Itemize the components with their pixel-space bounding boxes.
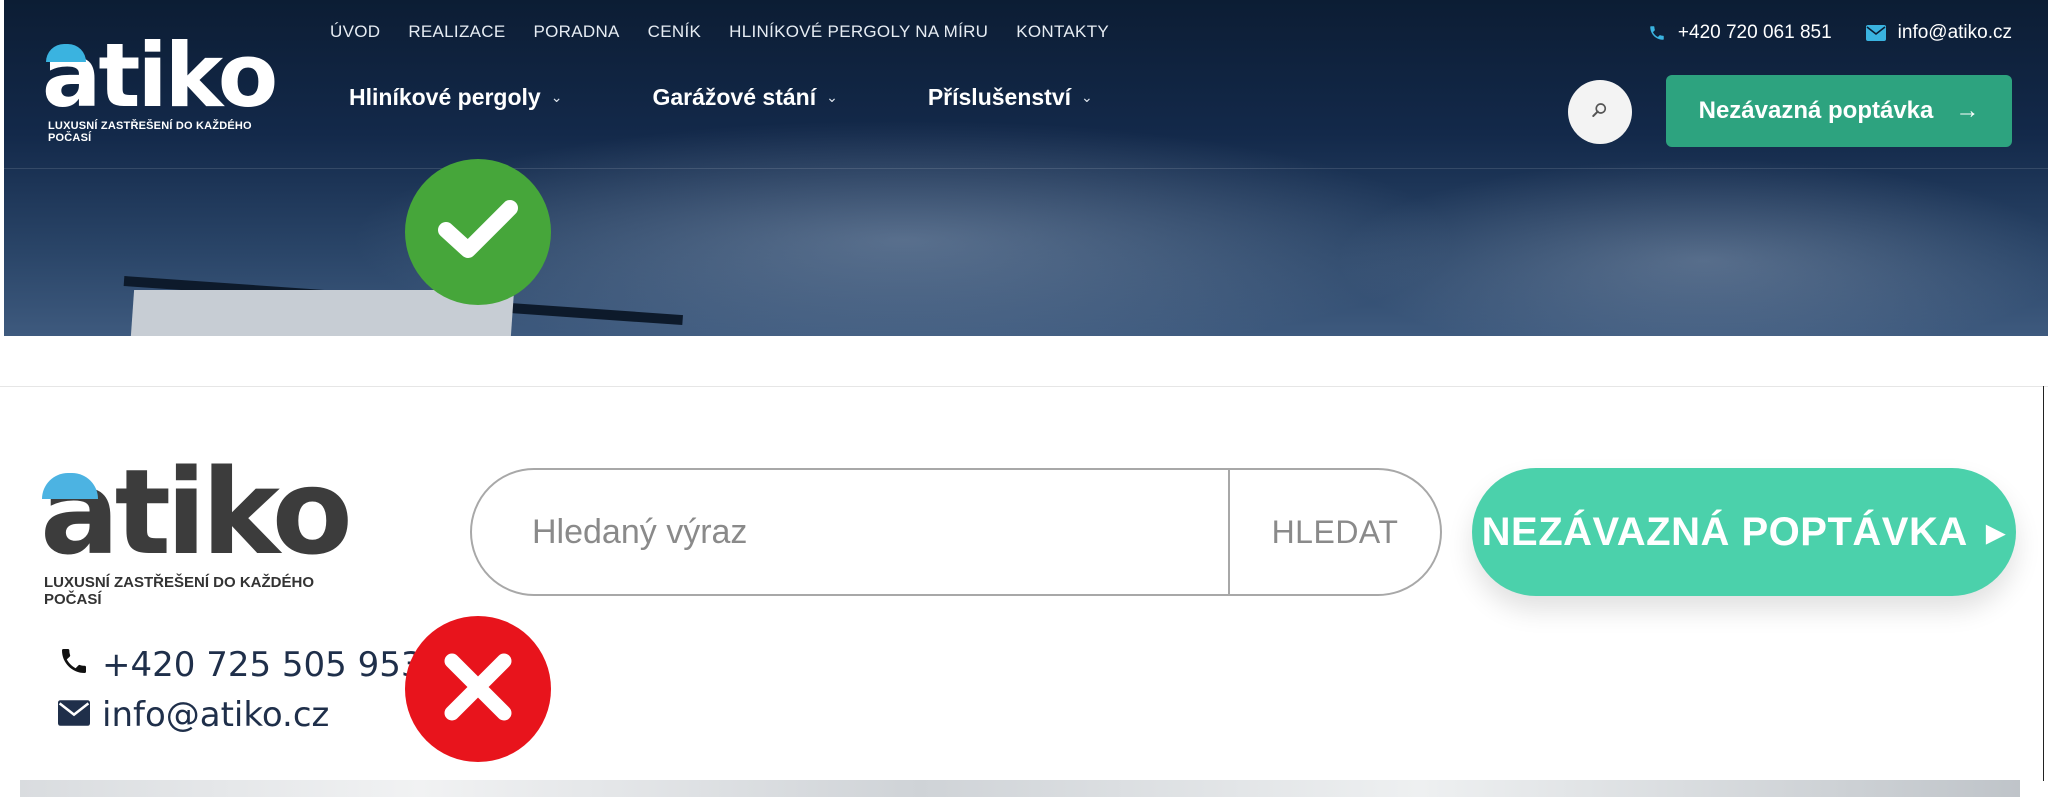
email-text: info@atiko.cz: [1897, 22, 2012, 43]
nav-dropdown-hlinikove-pergoly[interactable]: Hliníkové pergoly ⌄: [349, 84, 562, 111]
checkmark-badge: [405, 159, 551, 305]
search-input[interactable]: [472, 470, 1228, 594]
search-button[interactable]: [1568, 80, 1632, 144]
inquiry-button-old[interactable]: NEZÁVAZNÁ POPTÁVKA ▸: [1472, 468, 2016, 596]
email-link[interactable]: info@atiko.cz: [1865, 22, 2012, 44]
nav-dropdown-label: Garážové stání: [652, 84, 817, 110]
phone-text: +420 720 061 851: [1677, 22, 1832, 43]
phone-link[interactable]: +420 725 505 953: [58, 640, 423, 690]
new-header: atiko LUXUSNÍ ZASTŘEŠENÍ DO KAŽDÉHO POČA…: [4, 0, 2048, 336]
cross-icon: [438, 647, 518, 732]
inquiry-button-label: NEZÁVAZNÁ POPTÁVKA: [1481, 509, 1968, 554]
contact-info: +420 720 061 851 info@atiko.cz: [1648, 22, 2012, 44]
top-nav-item-pergoly-na-miru[interactable]: HLINÍKOVÉ PERGOLY NA MÍRU: [729, 22, 988, 42]
background-photo-edge: [20, 780, 2020, 797]
chevron-down-icon: ⌄: [550, 89, 563, 105]
nav-dropdown-label: Hliníkové pergoly: [349, 84, 541, 110]
mail-icon: [1865, 25, 1886, 41]
chevron-down-icon: ⌄: [826, 89, 838, 105]
top-nav-item-realizace[interactable]: REALIZACE: [408, 22, 505, 42]
top-nav-item-cenik[interactable]: CENÍK: [648, 22, 701, 42]
phone-link[interactable]: +420 720 061 851: [1648, 22, 1832, 44]
logo-wordmark: atiko: [40, 443, 353, 581]
inquiry-button-label: Nezávazná poptávka: [1698, 97, 1934, 124]
top-nav-item-kontakty[interactable]: KONTAKTY: [1016, 22, 1109, 42]
nav-dropdown-garazove-stani[interactable]: Garážové stání ⌄: [652, 84, 837, 111]
phone-icon: [1648, 24, 1666, 42]
section-divider: [0, 386, 2048, 387]
phone-text: +420 725 505 953: [102, 645, 423, 685]
checkmark-icon: [432, 184, 524, 281]
email-text: info@atiko.cz: [102, 695, 330, 735]
chevron-down-icon: ⌄: [1081, 89, 1093, 105]
email-link[interactable]: info@atiko.cz: [58, 690, 423, 740]
logo[interactable]: atiko LUXUSNÍ ZASTŘEŠENÍ DO KAŽDÉHO POČA…: [42, 24, 282, 145]
logo-wordmark: atiko: [42, 24, 278, 127]
search-icon: [1591, 101, 1609, 124]
header-divider: [4, 168, 2048, 169]
caret-right-icon: ▸: [1985, 510, 2007, 554]
inquiry-button[interactable]: Nezávazná poptávka →: [1666, 75, 2012, 147]
phone-icon: [58, 645, 90, 686]
main-nav: Hliníkové pergoly ⌄ Garážové stání ⌄ Pří…: [349, 84, 1093, 111]
frame-edge: [2043, 386, 2044, 781]
background-clouds: [1304, 150, 2048, 336]
search-form: HLEDAT: [470, 468, 1442, 596]
contact-info-old: +420 725 505 953 info@atiko.cz: [58, 640, 423, 740]
nav-dropdown-prislusenstvi[interactable]: Příslušenství ⌄: [928, 84, 1093, 111]
search-submit-button[interactable]: HLEDAT: [1228, 470, 1440, 594]
logo-old[interactable]: atiko LUXUSNÍ ZASTŘEŠENÍ DO KAŽDÉHO POČA…: [40, 443, 360, 608]
mail-icon: [58, 695, 90, 735]
top-nav-item-poradna[interactable]: PORADNA: [534, 22, 620, 42]
top-nav: ÚVOD REALIZACE PORADNA CENÍK HLINÍKOVÉ P…: [330, 22, 1109, 42]
nav-dropdown-label: Příslušenství: [927, 84, 1072, 110]
arrow-right-icon: →: [1955, 97, 1980, 124]
cross-badge: [405, 616, 551, 762]
top-nav-item-uvod[interactable]: ÚVOD: [330, 22, 380, 42]
